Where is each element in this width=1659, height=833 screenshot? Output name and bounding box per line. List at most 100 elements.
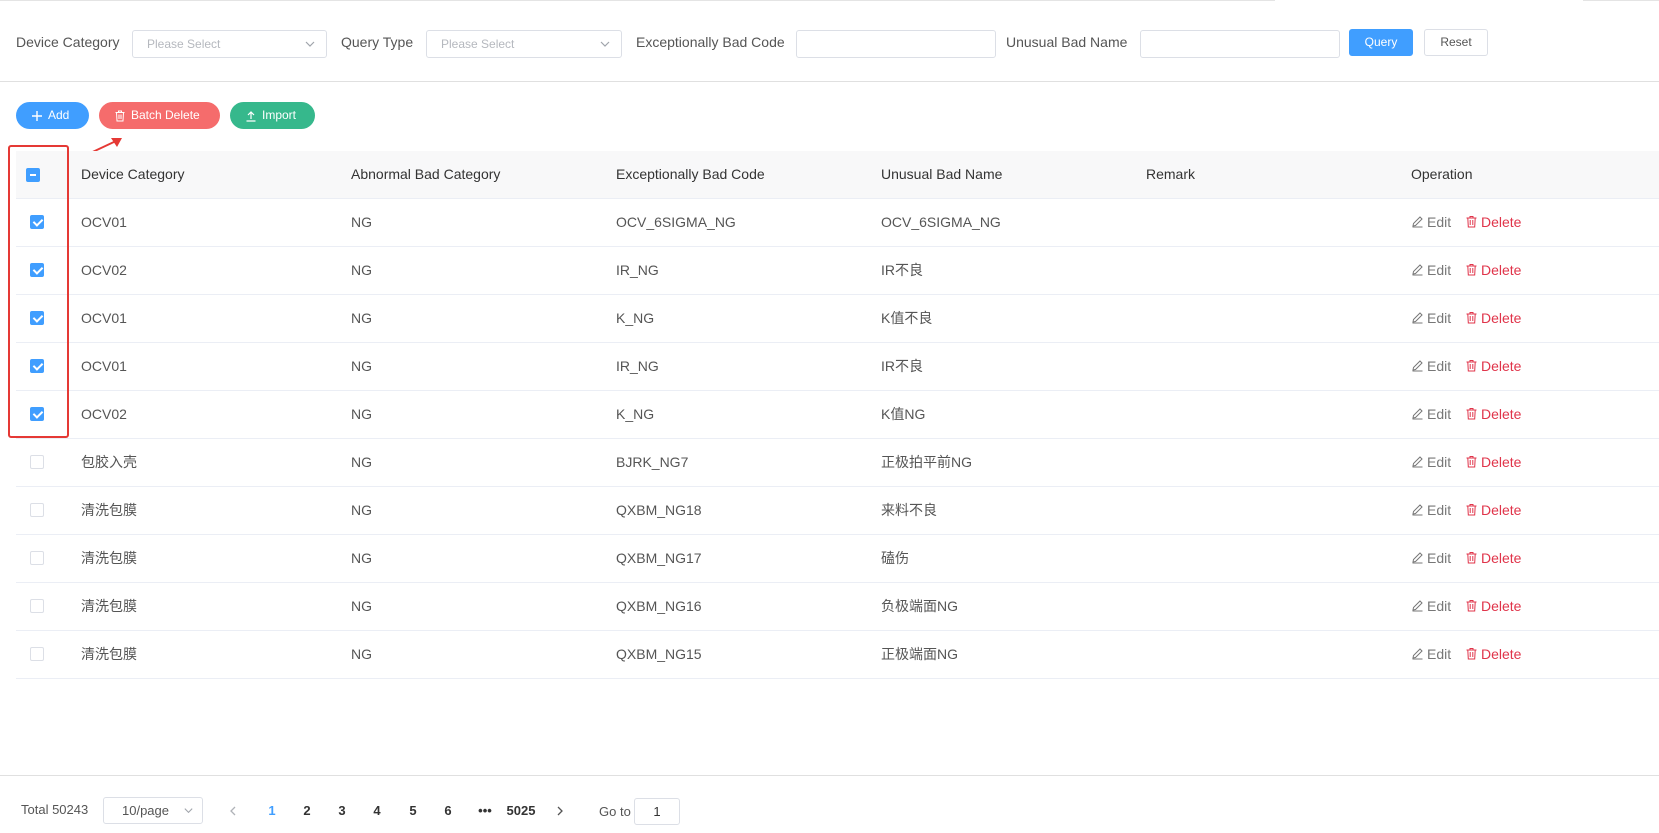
edit-label: Edit	[1427, 310, 1452, 326]
column-header[interactable]: Exceptionally Bad Code	[616, 151, 765, 198]
cell-device-category: OCV02	[81, 406, 127, 422]
cell-bad-code: QXBM_NG18	[616, 502, 702, 518]
edit-icon	[1412, 408, 1423, 420]
page-number[interactable]: 3	[332, 801, 352, 821]
edit-icon	[1412, 552, 1423, 564]
page-size-value: 10/page	[122, 803, 169, 818]
page-number[interactable]: 4	[367, 801, 387, 821]
edit-button[interactable]: Edit	[1411, 631, 1451, 678]
cell-abnormal-category: NG	[351, 310, 372, 326]
delete-button[interactable]: Delete	[1465, 487, 1521, 534]
column-header[interactable]: Operation	[1411, 151, 1472, 198]
device-category-select[interactable]: Please Select	[132, 30, 327, 58]
edit-label: Edit	[1427, 454, 1452, 470]
edit-button[interactable]: Edit	[1411, 247, 1451, 294]
table-row: 清洗包膜 NG QXBM_NG15 正极端面NG Edit Delete	[16, 631, 1659, 679]
pagination-ellipsis[interactable]: •••	[474, 801, 496, 821]
goto-page-input[interactable]: 1	[634, 798, 680, 825]
cell-bad-code: K_NG	[616, 310, 655, 326]
batch-delete-button[interactable]: Batch Delete	[99, 102, 220, 129]
delete-button[interactable]: Delete	[1465, 583, 1521, 630]
edit-button[interactable]: Edit	[1411, 199, 1451, 246]
table-row: OCV02 NG K_NG K值NG Edit Delete	[16, 391, 1659, 439]
edit-button[interactable]: Edit	[1411, 343, 1451, 390]
selection-annotation-box	[8, 145, 69, 438]
row-checkbox[interactable]	[30, 599, 44, 613]
total-count: Total 50243	[21, 802, 89, 817]
trash-icon	[115, 110, 125, 122]
delete-button[interactable]: Delete	[1465, 391, 1521, 438]
page-number[interactable]: 5	[403, 801, 423, 821]
table-row: 包胶入壳 NG BJRK_NG7 正极拍平前NG Edit Delete	[16, 439, 1659, 487]
row-select-cell	[16, 439, 82, 486]
trash-icon	[1466, 648, 1477, 660]
delete-label: Delete	[1481, 502, 1522, 518]
cell-device-category: 清洗包膜	[81, 502, 137, 518]
cell-device-category: 包胶入壳	[81, 454, 137, 470]
pagination-bar: Total 50243	[0, 775, 1659, 833]
add-button[interactable]: Add	[16, 102, 89, 129]
edit-button[interactable]: Edit	[1411, 391, 1451, 438]
delete-button[interactable]: Delete	[1465, 247, 1521, 294]
delete-button[interactable]: Delete	[1465, 439, 1521, 486]
cell-bad-name: 负极端面NG	[881, 598, 958, 614]
query-button[interactable]: Query	[1349, 29, 1413, 56]
row-select-cell	[16, 631, 82, 678]
cell-abnormal-category: NG	[351, 214, 372, 230]
edit-button[interactable]: Edit	[1411, 487, 1451, 534]
delete-label: Delete	[1481, 406, 1522, 422]
cell-bad-name: IR不良	[881, 358, 923, 374]
next-page-icon[interactable]	[554, 805, 566, 817]
row-checkbox[interactable]	[30, 647, 44, 661]
edit-label: Edit	[1427, 214, 1452, 230]
delete-button[interactable]: Delete	[1465, 631, 1521, 678]
bad-code-input[interactable]	[796, 30, 996, 58]
cell-bad-code: QXBM_NG17	[616, 550, 702, 566]
page-number[interactable]: 1	[262, 801, 282, 821]
delete-label: Delete	[1481, 214, 1522, 230]
edit-button[interactable]: Edit	[1411, 583, 1451, 630]
edit-label: Edit	[1427, 502, 1452, 518]
edit-label: Edit	[1427, 406, 1452, 422]
column-header[interactable]: Device Category	[81, 151, 185, 198]
cell-bad-name: 来料不良	[881, 502, 937, 518]
query-type-select[interactable]: Please Select	[426, 30, 622, 58]
edit-label: Edit	[1427, 646, 1452, 662]
row-checkbox[interactable]	[30, 551, 44, 565]
edit-button[interactable]: Edit	[1411, 535, 1451, 582]
cell-abnormal-category: NG	[351, 502, 372, 518]
edit-button[interactable]: Edit	[1411, 295, 1451, 342]
bad-name-input[interactable]	[1140, 30, 1340, 58]
chevron-down-icon	[305, 41, 315, 47]
table-header: Device Category Abnormal Bad Category Ex…	[16, 151, 1659, 199]
delete-button[interactable]: Delete	[1465, 343, 1521, 390]
delete-button[interactable]: Delete	[1465, 295, 1521, 342]
edit-icon	[1412, 360, 1423, 372]
row-checkbox[interactable]	[30, 455, 44, 469]
column-header[interactable]: Remark	[1146, 151, 1195, 198]
column-header[interactable]: Unusual Bad Name	[881, 151, 1002, 198]
edit-icon	[1412, 456, 1423, 468]
delete-button[interactable]: Delete	[1465, 535, 1521, 582]
page-number[interactable]: 2	[297, 801, 317, 821]
page-size-select[interactable]: 10/page	[103, 797, 203, 824]
row-checkbox[interactable]	[30, 503, 44, 517]
cell-bad-name: 正极拍平前NG	[881, 454, 972, 470]
cell-bad-name: 正极端面NG	[881, 646, 958, 662]
import-button[interactable]: Import	[230, 102, 315, 129]
delete-button[interactable]: Delete	[1465, 199, 1521, 246]
row-select-cell	[16, 535, 82, 582]
trash-icon	[1466, 456, 1477, 468]
column-header[interactable]: Abnormal Bad Category	[351, 151, 500, 198]
cell-bad-code: K_NG	[616, 406, 655, 422]
page-number[interactable]: 6	[438, 801, 458, 821]
bad-name-label: Unusual Bad Name	[1006, 34, 1128, 50]
edit-button[interactable]: Edit	[1411, 439, 1451, 486]
trash-icon	[1466, 312, 1477, 324]
delete-label: Delete	[1481, 454, 1522, 470]
delete-label: Delete	[1481, 262, 1522, 278]
reset-button[interactable]: Reset	[1424, 29, 1488, 56]
page-last[interactable]: 5025	[504, 801, 538, 821]
prev-page-icon[interactable]	[227, 805, 239, 817]
edit-icon	[1412, 216, 1423, 228]
